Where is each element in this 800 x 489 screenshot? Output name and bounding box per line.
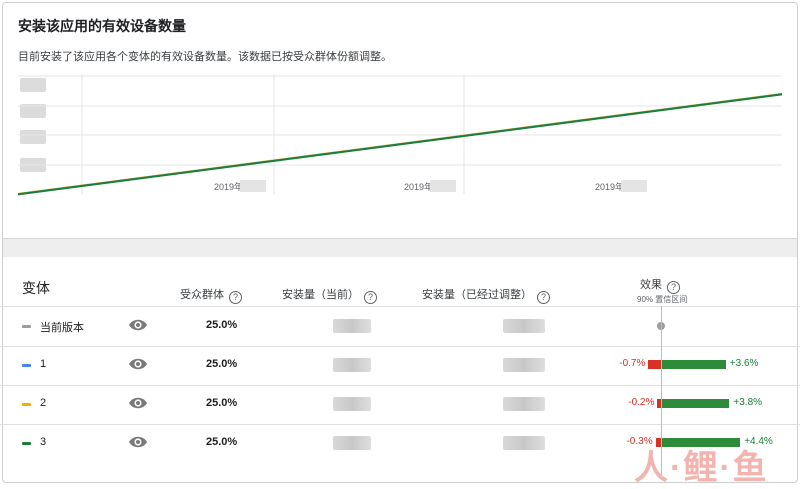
installs-adjusted-redacted (503, 358, 545, 372)
header-ci: 90% 置信区间 (637, 295, 688, 304)
eye-icon[interactable] (128, 434, 148, 450)
eye-icon[interactable] (128, 356, 148, 372)
installs-current-redacted (333, 319, 371, 333)
variant-name: 当前版本 (40, 322, 84, 334)
variant-color-swatch (22, 364, 31, 367)
header-audience: 受众群体? (180, 286, 242, 304)
help-icon[interactable]: ? (537, 291, 550, 304)
series-line (18, 93, 782, 196)
header-installs-current: 安装量（当前）? (282, 286, 377, 304)
header-variant: 变体 (22, 280, 50, 296)
variant-color-swatch (22, 403, 31, 406)
header-effect: 效果? (640, 276, 680, 294)
ci-bar-positive (661, 360, 726, 369)
installs-adjusted-redacted (503, 436, 545, 450)
help-icon[interactable]: ? (667, 281, 680, 294)
variant-name: 3 (40, 436, 47, 448)
variant-color-swatch (22, 325, 31, 328)
x-tick-blur (621, 180, 647, 192)
variant-name: 1 (40, 358, 47, 370)
table-row: 1 25.0% -0.7% +3.6% (0, 346, 800, 386)
audience-share: 25.0% (206, 358, 238, 370)
x-tick-blur (430, 180, 456, 192)
card-subtitle: 目前安装了该应用各个变体的有效设备数量。该数据已按受众群体份额调整。 (18, 51, 392, 63)
variant-color-swatch (22, 442, 31, 445)
card-title: 安装该应用的有效设备数量 (18, 18, 186, 34)
watermark: 人·鲤·鱼 (634, 449, 769, 487)
variant-name: 2 (40, 397, 47, 409)
table-row: 2 25.0% -0.2% +3.8% (0, 385, 800, 425)
ci-bar-negative (648, 360, 661, 369)
help-icon[interactable]: ? (364, 291, 377, 304)
table-header: 变体 受众群体? 安装量（当前）? 安装量（已经过调整）? 效果? 90% 置信… (0, 258, 800, 307)
audience-share: 25.0% (206, 319, 238, 331)
x-tick-blur (240, 180, 266, 192)
ci-high-label: +3.6% (729, 358, 759, 369)
table-row: 当前版本 25.0% (0, 307, 800, 347)
installs-adjusted-redacted (503, 397, 545, 411)
installs-current-redacted (333, 436, 371, 450)
ci-low-label: -0.7% (619, 358, 646, 369)
installs-current-redacted (333, 358, 371, 372)
ci-high-label: +3.8% (733, 397, 763, 408)
ci-bar-positive (661, 399, 730, 408)
installs-adjusted-redacted (503, 319, 545, 333)
help-icon[interactable]: ? (229, 291, 242, 304)
installs-line-chart: 2019年 日 2019年 日 2019年 日 (18, 74, 782, 196)
eye-icon[interactable] (128, 395, 148, 411)
audience-share: 25.0% (206, 436, 238, 448)
section-divider (3, 238, 797, 257)
installs-current-redacted (333, 397, 371, 411)
header-installs-adjusted: 安装量（已经过调整）? (422, 286, 550, 304)
eye-icon[interactable] (128, 317, 148, 333)
ci-low-label: -0.2% (628, 397, 655, 408)
audience-share: 25.0% (206, 397, 238, 409)
